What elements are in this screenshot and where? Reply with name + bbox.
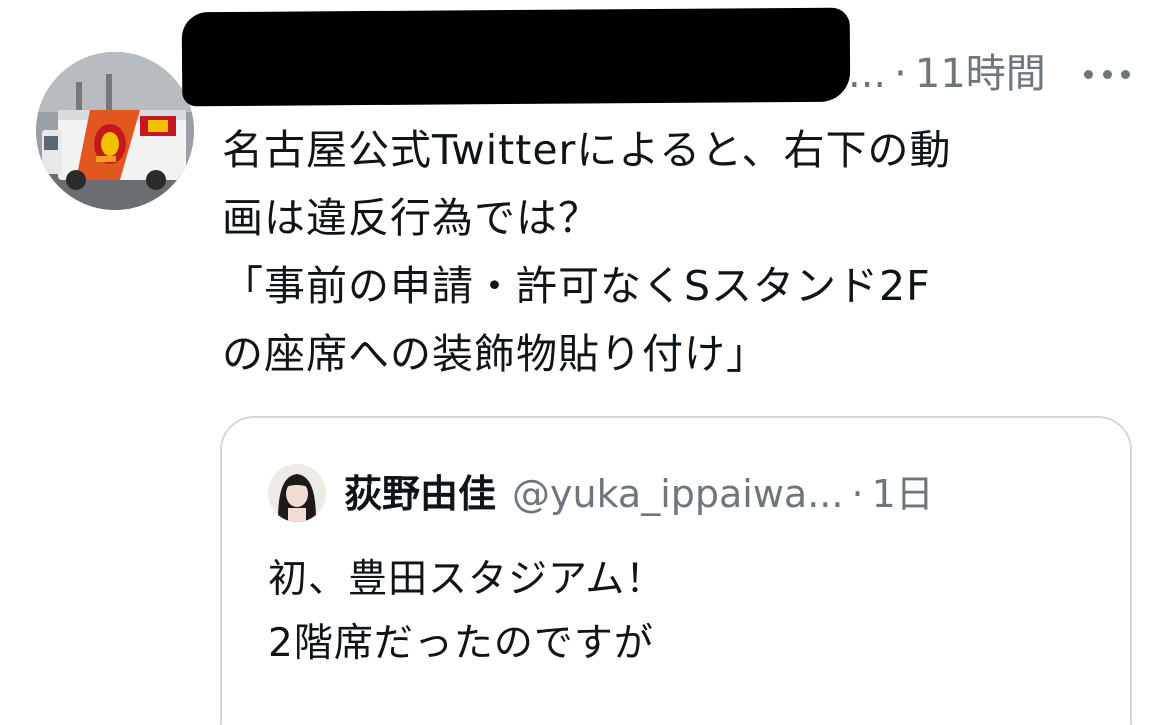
quoted-time[interactable]: 1日: [872, 464, 934, 524]
quoted-author-avatar[interactable]: [268, 464, 326, 522]
tweet[interactable]: ... · 11時間 名古屋公式Twitterによると、右下の動 画は違反行為で…: [0, 0, 1170, 725]
tweet-text: 名古屋公式Twitterによると、右下の動 画は違反行為では？ 「事前の申請・許…: [222, 126, 952, 378]
quoted-display-name[interactable]: 荻野由佳: [344, 464, 496, 524]
dot: [1102, 69, 1112, 79]
author-avatar[interactable]: [36, 52, 194, 210]
dot: [1084, 69, 1093, 79]
dot: [1121, 69, 1130, 79]
redacted-author-name: [181, 7, 851, 107]
quoted-separator: ·: [851, 472, 864, 516]
more-dots-icon[interactable]: [1084, 68, 1130, 80]
quoted-tweet-text: 初、豊田スタジアム！ 2階席だったのですが: [268, 557, 666, 666]
quoted-avatar-image: [268, 464, 326, 522]
tweet-time[interactable]: 11時間: [915, 44, 1046, 104]
avatar-image: [36, 52, 194, 210]
quoted-tweet-header: 荻野由佳 @yuka_ippaiwa... · 1日: [344, 464, 934, 524]
meta-separator: ·: [894, 51, 907, 97]
quoted-handle[interactable]: @yuka_ippaiwa...: [512, 464, 843, 524]
tweet-meta: ... · 11時間: [848, 44, 1046, 104]
quoted-tweet-card[interactable]: 荻野由佳 @yuka_ippaiwa... · 1日 初、豊田スタジアム！ 2階…: [220, 416, 1132, 725]
author-truncation: ...: [848, 51, 887, 97]
